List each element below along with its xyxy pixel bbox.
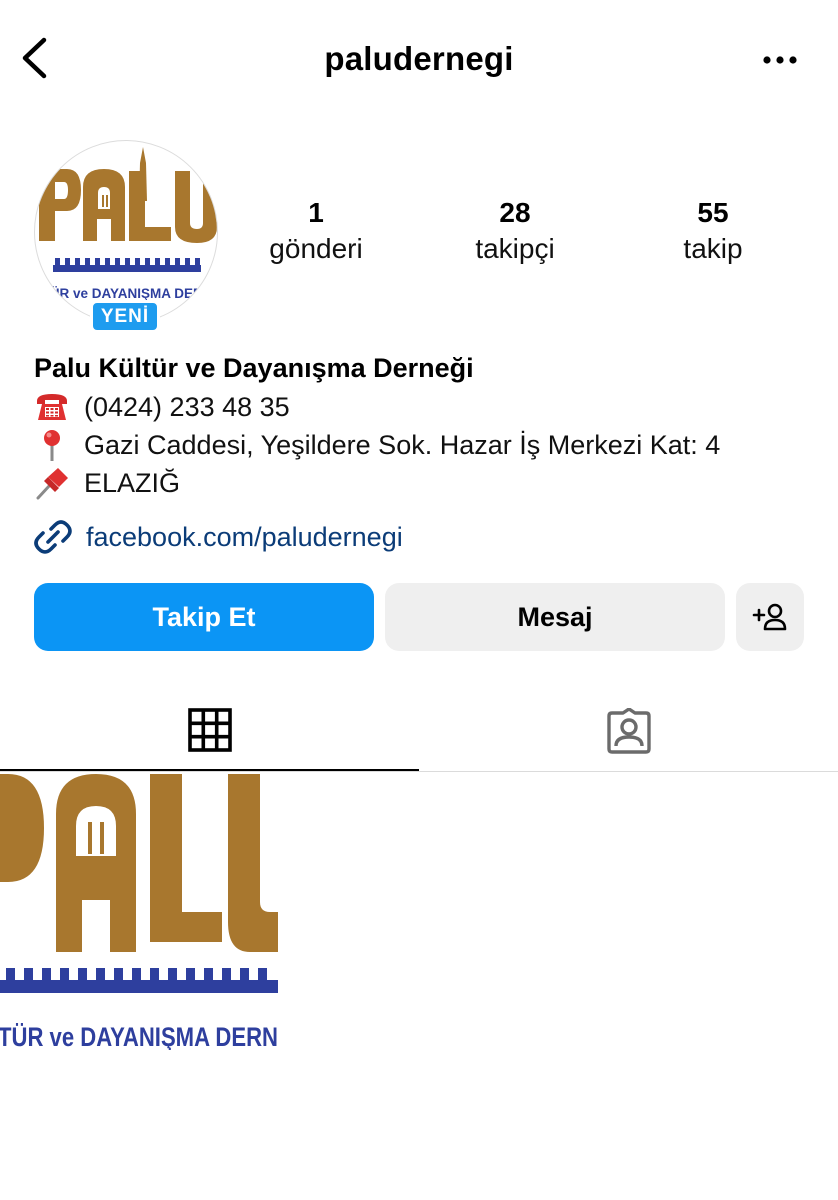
profile-username: paludernegi <box>324 40 514 77</box>
stat-posts[interactable]: 1 gönderi <box>236 196 396 268</box>
svg-text:TÜR ve DAYANIŞMA DERN: TÜR ve DAYANIŞMA DERN <box>0 1022 278 1050</box>
post-thumbnail[interactable]: TÜR ve DAYANIŞMA DERN <box>0 772 278 1050</box>
stat-followers-value: 28 <box>499 197 531 228</box>
profile-bio: Palu Kültür ve Dayanışma Derneği (0424) … <box>34 348 824 502</box>
profile-avatar[interactable]: TÜR ve DAYANIŞMA DERN <box>34 140 218 324</box>
grid-icon <box>187 707 232 752</box>
tab-tagged[interactable] <box>419 690 838 771</box>
bio-phone-text: (0424) 233 48 35 <box>84 392 290 422</box>
stat-followers-label: takipçi <box>475 233 555 264</box>
stat-following[interactable]: 55 takip <box>633 196 793 268</box>
suggested-users-button[interactable] <box>736 583 804 651</box>
new-badge: YENİ <box>90 300 160 333</box>
stat-following-value: 55 <box>697 197 729 228</box>
pushpin-icon <box>36 468 68 500</box>
stat-followers[interactable]: 28 takipçi <box>435 196 595 268</box>
bio-external-link[interactable]: facebook.com/paludernegi <box>34 518 403 556</box>
tab-posts-grid[interactable] <box>0 690 419 771</box>
profile-display-name: Palu Kültür ve Dayanışma Derneği <box>34 353 474 383</box>
svg-text:TÜR ve DAYANIŞMA DERN: TÜR ve DAYANIŞMA DERN <box>41 286 212 301</box>
post-palu-logo: TÜR ve DAYANIŞMA DERN <box>0 774 278 1050</box>
profile-tabs <box>0 690 838 772</box>
bio-city-line: ELAZIĞ <box>34 464 824 502</box>
stat-following-label: takip <box>683 233 743 264</box>
bio-address-text: Gazi Caddesi, Yeşildere Sok. Hazar İş Me… <box>84 430 721 460</box>
avatar-image: TÜR ve DAYANIŞMA DERN <box>34 140 218 324</box>
add-person-icon <box>752 603 787 631</box>
round-pushpin-icon <box>44 430 60 461</box>
telephone-icon <box>37 394 67 420</box>
palu-logo: TÜR ve DAYANIŞMA DERN <box>39 147 217 301</box>
top-bar: paludernegi <box>0 0 838 118</box>
bio-phone-line: (0424) 233 48 35 <box>34 388 824 426</box>
bio-address-line: Gazi Caddesi, Yeşildere Sok. Hazar İş Me… <box>34 426 824 464</box>
follow-button[interactable]: Takip Et <box>34 583 374 651</box>
stat-posts-value: 1 <box>308 197 324 228</box>
bio-city-text: ELAZIĞ <box>84 468 181 498</box>
tagged-person-icon <box>606 707 651 754</box>
message-button[interactable]: Mesaj <box>385 583 725 651</box>
more-dots-icon <box>763 56 797 64</box>
more-options-button[interactable] <box>760 46 800 74</box>
stat-posts-label: gönderi <box>269 233 363 264</box>
link-icon <box>34 520 72 554</box>
link-text: facebook.com/paludernegi <box>86 521 403 552</box>
